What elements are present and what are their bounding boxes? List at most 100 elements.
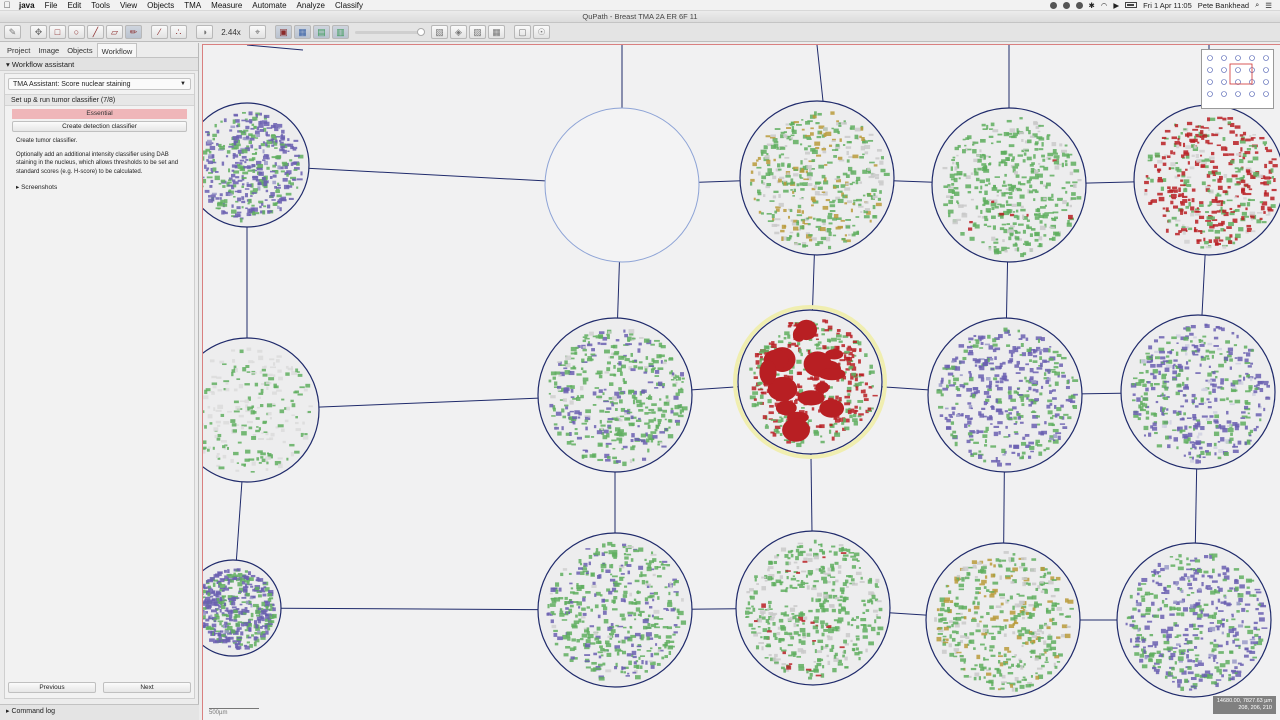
menu-analyze[interactable]: Analyze	[292, 1, 330, 10]
detection-mark	[623, 590, 628, 594]
detection-mark	[841, 546, 845, 551]
tab-workflow[interactable]: Workflow	[96, 43, 138, 57]
tma-core[interactable]	[203, 559, 282, 657]
menu-file[interactable]: File	[40, 1, 63, 10]
points-tool-icon[interactable]: ∴	[170, 25, 187, 39]
detection-mark	[957, 204, 961, 207]
detection-mark	[264, 365, 267, 369]
measurement-icon[interactable]: ☉	[533, 25, 550, 39]
detection-mark	[637, 366, 643, 370]
tma-core[interactable]	[927, 317, 1083, 473]
tma-core[interactable]	[1133, 104, 1280, 256]
detection-mark	[572, 591, 579, 595]
menubar-user[interactable]: Pete Bankhead	[1198, 1, 1249, 10]
bluetooth-icon[interactable]: ✱	[1089, 1, 1095, 10]
workflow-step-title[interactable]: Set up & run tumor classifier (7/8)	[5, 94, 194, 106]
detection-mark	[1183, 211, 1188, 215]
detection-mark	[803, 178, 809, 181]
menu-objects[interactable]: Objects	[142, 1, 179, 10]
image-viewer[interactable]: 500µm 14680.00, 7827.63 µm 208, 206, 210	[202, 44, 1280, 720]
command-log-bar[interactable]: ▸ Command log	[0, 704, 199, 720]
detection-mark	[251, 461, 256, 466]
detection-mark	[203, 583, 206, 589]
detection-mark	[297, 373, 303, 377]
detection-mark	[792, 652, 796, 657]
tma-core[interactable]	[537, 532, 693, 688]
detection-mark	[277, 165, 281, 170]
menubar-clock[interactable]: Fri 1 Apr 11:05	[1143, 1, 1192, 10]
grid-icon[interactable]: ▦	[488, 25, 505, 39]
tab-objects[interactable]: Objects	[63, 43, 96, 57]
tma-core[interactable]	[733, 305, 887, 459]
brush-tool-icon[interactable]: ✏	[125, 25, 142, 39]
polygon-tool-icon[interactable]: ▱	[106, 25, 123, 39]
menu-tools[interactable]: Tools	[86, 1, 115, 10]
create-detection-classifier-button[interactable]: Create detection classifier	[12, 121, 187, 132]
opacity-slider-knob[interactable]	[417, 27, 425, 36]
spotlight-icon[interactable]: ⌕	[1255, 0, 1259, 10]
screenshots-toggle[interactable]: ▸ Screenshots	[5, 181, 194, 193]
show-tma-grid-icon[interactable]: ▦	[294, 25, 311, 39]
volume-icon[interactable]: ▶	[1113, 1, 1119, 10]
cell-view-icon[interactable]: ◈	[450, 25, 467, 39]
menu-classify[interactable]: Classify	[330, 1, 368, 10]
detection-mark	[280, 170, 285, 173]
detection-mark	[754, 353, 759, 358]
wifi-icon[interactable]: ◠	[1101, 1, 1108, 10]
record-icon[interactable]	[1049, 1, 1057, 9]
line-tool-icon[interactable]: ╱	[87, 25, 104, 39]
opacity-slider[interactable]	[355, 27, 425, 36]
menu-measure[interactable]: Measure	[206, 1, 247, 10]
detection-mark	[624, 333, 629, 338]
detection-mark	[634, 579, 640, 583]
clock-tray-icon[interactable]	[1075, 1, 1083, 9]
detection-mark	[800, 160, 803, 165]
brightness-contrast-icon[interactable]: ◑	[196, 25, 213, 39]
tma-core[interactable]	[537, 317, 693, 473]
detection-mark	[956, 394, 962, 397]
tma-core[interactable]	[203, 102, 310, 228]
menu-automate[interactable]: Automate	[247, 1, 291, 10]
rectangle-tool-icon[interactable]: □	[49, 25, 66, 39]
menu-edit[interactable]: Edit	[62, 1, 86, 10]
battery-icon[interactable]	[1125, 2, 1138, 8]
tma-core[interactable]	[735, 530, 891, 686]
show-annotations-icon[interactable]: ▣	[275, 25, 292, 39]
detection-mark	[990, 122, 995, 127]
ellipse-tool-icon[interactable]: ○	[68, 25, 85, 39]
tma-core[interactable]	[1120, 314, 1276, 470]
menu-app[interactable]: java	[14, 1, 40, 10]
move-tool-icon[interactable]: ✎	[4, 25, 21, 39]
tab-project[interactable]: Project	[3, 43, 34, 57]
detection-mark	[641, 660, 644, 665]
tma-core[interactable]	[739, 100, 895, 256]
pan-tool-icon[interactable]: ✥	[30, 25, 47, 39]
detection-mark	[784, 145, 788, 148]
overlay-icon[interactable]: ▨	[469, 25, 486, 39]
log-icon[interactable]: ▢	[514, 25, 531, 39]
detection-mark	[1250, 171, 1254, 173]
tab-image[interactable]: Image	[34, 43, 63, 57]
detection-mark	[1161, 424, 1168, 428]
detection-mark	[811, 407, 815, 411]
apple-icon[interactable]: 	[0, 0, 14, 10]
previous-button[interactable]: Previous	[8, 682, 96, 693]
detection-mark	[844, 656, 848, 661]
menu-view[interactable]: View	[115, 1, 142, 10]
tma-core[interactable]	[931, 107, 1087, 263]
notification-center-icon[interactable]: ☰	[1265, 1, 1272, 10]
tma-grid-canvas[interactable]	[203, 45, 1280, 720]
menu-tma[interactable]: TMA	[179, 1, 206, 10]
next-button[interactable]: Next	[103, 682, 191, 693]
wand-tool-icon[interactable]: ⁄	[151, 25, 168, 39]
zoom-to-fit-icon[interactable]: ⌖	[249, 25, 266, 39]
tma-core[interactable]	[203, 337, 320, 483]
pixel-classifier-icon[interactable]: ▧	[431, 25, 448, 39]
fill-detections-icon[interactable]: ▥	[332, 25, 349, 39]
detection-mark	[1006, 223, 1011, 226]
status-tray-icon[interactable]	[1062, 1, 1070, 9]
workflow-select[interactable]: TMA Assistant: Score nuclear staining ▼	[8, 78, 191, 90]
show-detections-icon[interactable]: ▤	[313, 25, 330, 39]
workflow-assistant-header[interactable]: ▾ Workflow assistant	[0, 58, 198, 71]
tma-core[interactable]	[544, 107, 700, 263]
